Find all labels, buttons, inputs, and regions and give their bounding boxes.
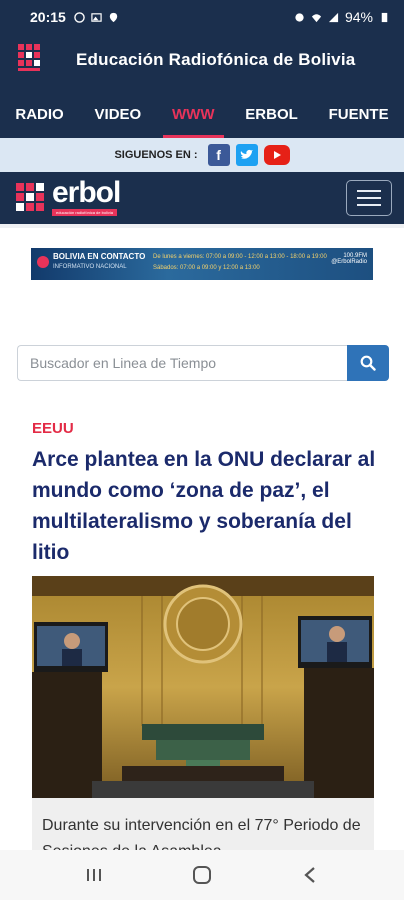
signal-icon — [328, 12, 339, 22]
erbol-logo-subtitle: educación radiofónica de bolivia — [52, 209, 117, 216]
broadcast-icon — [37, 256, 49, 268]
location-icon — [109, 12, 117, 22]
divider — [0, 224, 404, 228]
tab-radio[interactable]: RADIO — [0, 90, 79, 138]
tab-erbol[interactable]: ERBOL — [230, 90, 313, 138]
banner-schedule-1: De lunes a viernes: 07:00 a 09:00 - 12:0… — [153, 254, 327, 260]
wifi-icon — [311, 13, 322, 22]
twitter-icon[interactable] — [235, 144, 258, 166]
search-icon — [360, 355, 376, 371]
banner-subtitle: INFORMATIVO NACIONAL — [53, 264, 127, 270]
search-button[interactable] — [347, 345, 389, 381]
alarm-icon — [295, 12, 304, 22]
erbol-logo-icon[interactable] — [16, 181, 50, 215]
ad-banner[interactable]: BOLIVIA EN CONTACTO INFORMATIVO NACIONAL… — [31, 248, 373, 280]
status-time: 20:15 — [30, 9, 66, 25]
facebook-icon[interactable]: f — [207, 144, 230, 166]
whatsapp-icon — [74, 11, 85, 23]
menu-icon — [357, 190, 381, 192]
battery-percent: 94% — [344, 9, 373, 25]
article-photo[interactable] — [32, 576, 374, 798]
youtube-icon[interactable] — [263, 145, 290, 165]
battery-icon — [381, 12, 388, 22]
site-navbar: erbol educación radiofónica de bolivia — [0, 172, 404, 224]
back-button[interactable] — [290, 860, 330, 890]
article-headline[interactable]: Arce plantea en la ONU declarar al mundo… — [32, 444, 377, 568]
search-input[interactable] — [17, 345, 347, 381]
image-icon — [91, 12, 102, 22]
tab-video[interactable]: VIDEO — [79, 90, 156, 138]
erbol-app-logo-icon — [18, 44, 40, 71]
status-bar: 20:15 94% — [0, 0, 404, 34]
tab-bar: RADIO VIDEO WWW ERBOL FUENTE — [0, 90, 404, 138]
tab-www[interactable]: WWW — [157, 90, 230, 138]
social-bar: SIGUENOS EN : f — [0, 138, 404, 172]
home-button[interactable] — [182, 860, 222, 890]
app-header: Educación Radiofónica de Bolivia — [0, 34, 404, 90]
banner-frequency: 100.9FM @ErbolRadio — [331, 253, 367, 265]
tab-fuente[interactable]: FUENTE — [313, 90, 404, 138]
app-title: Educación Radiofónica de Bolivia — [76, 50, 356, 69]
article-category[interactable]: EEUU — [32, 420, 74, 437]
photo-caption: Durante su intervención en el 77° Period… — [32, 798, 374, 850]
social-label: SIGUENOS EN : — [114, 149, 198, 161]
timeline-search — [17, 345, 389, 381]
banner-title: BOLIVIA EN CONTACTO — [53, 252, 146, 261]
back-icon — [304, 867, 315, 883]
recent-apps-button[interactable] — [74, 860, 114, 890]
system-navigation-bar — [0, 850, 404, 900]
home-icon — [193, 866, 211, 884]
recent-apps-icon — [87, 869, 101, 881]
erbol-logo-text: erbol — [52, 176, 121, 209]
banner-schedule-2: Sábados: 07:00 a 09:00 y 12:00 a 13:00 — [153, 265, 260, 271]
menu-button[interactable] — [346, 180, 392, 216]
